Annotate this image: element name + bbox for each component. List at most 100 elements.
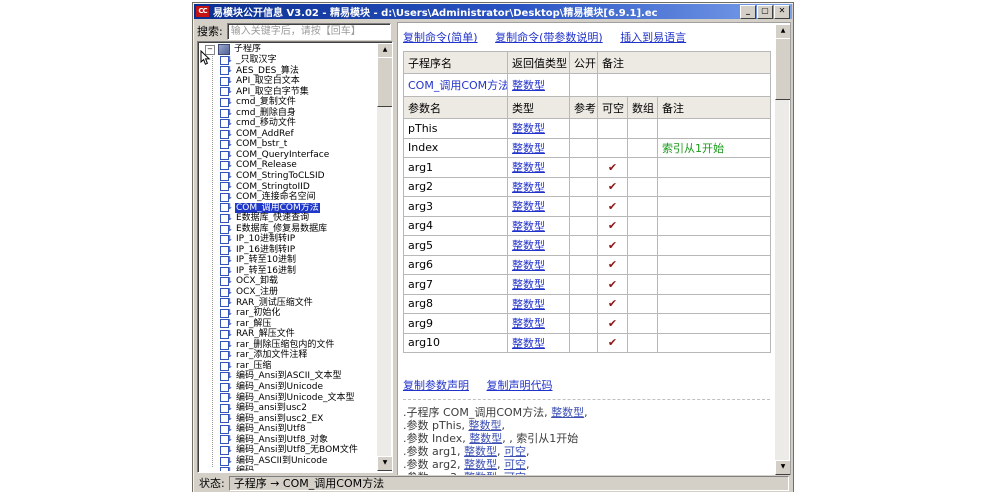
tree-item[interactable]: ↓编码_Ansi到Unicode (199, 382, 376, 393)
param-row[interactable]: arg2整数型✔ (404, 177, 771, 197)
return-type-link[interactable]: 整数型 (512, 79, 545, 92)
scrollbar-thumb[interactable] (377, 57, 393, 107)
param-row[interactable]: arg6整数型✔ (404, 255, 771, 275)
param-type-link[interactable]: 整数型 (508, 255, 570, 275)
tree-item[interactable]: ↓IP_转至16进制 (199, 266, 376, 277)
subroutine-row[interactable]: COM_调用COM方法 整数型 (404, 74, 771, 97)
tree-item[interactable]: ↓IP_转至10进制 (199, 255, 376, 266)
tree-item[interactable]: ↓AES_DES_算法 (199, 66, 376, 77)
tree-item[interactable]: ↓编码_ansi到usc2_EX (199, 414, 376, 425)
param-row[interactable]: arg9整数型✔ (404, 314, 771, 334)
param-row[interactable]: arg3整数型✔ (404, 197, 771, 217)
param-row[interactable]: pThis整数型 (404, 119, 771, 139)
tree-item[interactable]: ↓COM_调用COM方法 (199, 203, 376, 214)
tree-item[interactable]: ↓cmd_移动文件 (199, 118, 376, 129)
param-type-link[interactable]: 整数型 (512, 298, 545, 311)
tree-item[interactable]: ↓COM_QueryInterface (199, 150, 376, 161)
param-row[interactable]: arg7整数型✔ (404, 275, 771, 295)
copy-command-simple-link[interactable]: 复制命令(简单) (403, 31, 478, 44)
tree-item[interactable]: ↓cmd_删除自身 (199, 108, 376, 119)
tree-item[interactable]: ↓rar_添加文件注释 (199, 350, 376, 361)
tree-item[interactable]: ↓API_取空白文本 (199, 76, 376, 87)
declaration-type-link[interactable]: 整数型 (551, 406, 584, 419)
param-type-link[interactable]: 整数型 (508, 294, 570, 314)
tree-item[interactable]: ↓编码_ASCII到Unicode (199, 456, 376, 467)
insert-to-elang-link[interactable]: 插入到易语言 (620, 31, 686, 44)
tree-item[interactable]: ↓编码_Ansi到ASCII_文本型 (199, 371, 376, 382)
tree-item[interactable]: ↓IP_10进制转IP (199, 234, 376, 245)
scroll-down-icon[interactable]: ▼ (377, 456, 393, 471)
tree-item[interactable]: ↓COM_Release (199, 160, 376, 171)
title-bar[interactable]: CC 易模块公开信息 V3.02 - 精易模块 - d:\Users\Admin… (194, 4, 792, 19)
tree-item[interactable]: ↓OCX_注册 (199, 287, 376, 298)
param-type-link[interactable]: 整数型 (508, 333, 570, 353)
scroll-up-icon[interactable]: ▲ (377, 43, 393, 58)
tree-item[interactable]: ↓RAR_测试压缩文件 (199, 298, 376, 309)
tree-item[interactable]: ↓cmd_复制文件 (199, 97, 376, 108)
param-type-link[interactable]: 整数型 (512, 337, 545, 350)
tree-item[interactable]: ↓rar_压缩 (199, 361, 376, 372)
tree-item[interactable]: ↓COM_StringToCLSID (199, 171, 376, 182)
tree-item[interactable]: ↓OCX_卸载 (199, 276, 376, 287)
declaration-type-link[interactable]: 整数型 (464, 445, 497, 458)
tree-root[interactable]: − 子程序 (199, 44, 376, 55)
param-type-link[interactable]: 整数型 (508, 177, 570, 197)
copy-command-params-link[interactable]: 复制命令(带参数说明) (495, 31, 603, 44)
tree-item[interactable]: ↓rar_初始化 (199, 308, 376, 319)
declaration-type-link[interactable]: 整数型 (469, 432, 502, 445)
tree-item[interactable]: ↓COM_连接命名空间 (199, 192, 376, 203)
tree-item[interactable]: ↓编码_Ansi到Utf8_无BOM文件 (199, 445, 376, 456)
param-type-link[interactable]: 整数型 (512, 161, 545, 174)
tree-item[interactable]: ↓_只取汉字 (199, 55, 376, 66)
param-type-link[interactable]: 整数型 (508, 138, 570, 158)
tree-item[interactable]: ↓IP_16进制转IP (199, 245, 376, 256)
tree-item[interactable]: ↓COM_StringtoIID (199, 182, 376, 193)
declaration-type-link[interactable]: 整数型 (464, 458, 497, 471)
tree-item[interactable]: ↓API_取空白字节集 (199, 87, 376, 98)
tree-item[interactable]: ↓E数据库_修复易数据库 (199, 224, 376, 235)
copy-declaration-code-link[interactable]: 复制声明代码 (487, 379, 553, 392)
tree-item[interactable]: ↓COM_AddRef (199, 129, 376, 140)
scrollbar-thumb[interactable] (775, 38, 791, 100)
param-type-link[interactable]: 整数型 (512, 122, 545, 135)
declaration-type-link[interactable]: 整数型 (468, 419, 501, 432)
tree-item[interactable]: ↓RAR_解压文件 (199, 329, 376, 340)
close-button[interactable]: ✕ (774, 5, 790, 19)
param-type-link[interactable]: 整数型 (508, 197, 570, 217)
tree-item[interactable]: ↓E数据库_快速查询 (199, 213, 376, 224)
tree-scrollbar[interactable]: ▲ ▼ (377, 43, 391, 471)
param-type-link[interactable]: 整数型 (508, 314, 570, 334)
param-type-link[interactable]: 整数型 (508, 158, 570, 178)
param-row[interactable]: arg4整数型✔ (404, 216, 771, 236)
param-type-link[interactable]: 整数型 (512, 278, 545, 291)
param-type-link[interactable]: 整数型 (512, 220, 545, 233)
param-type-link[interactable]: 整数型 (512, 317, 545, 330)
param-type-link[interactable]: 整数型 (508, 275, 570, 295)
tree-item[interactable]: ↓编码_ansi到usc2 (199, 403, 376, 414)
tree-item[interactable]: ↓编码_Ansi到Utf8 (199, 424, 376, 435)
tree-item[interactable]: ↓rar_删除压缩包内的文件 (199, 340, 376, 351)
detail-scrollbar[interactable]: ▲ ▼ (775, 24, 789, 475)
param-type-link[interactable]: 整数型 (512, 259, 545, 272)
param-type-link[interactable]: 整数型 (512, 239, 545, 252)
tree-item[interactable]: ↓rar_解压 (199, 319, 376, 330)
param-type-link[interactable]: 整数型 (512, 181, 545, 194)
minimize-button[interactable]: _ (740, 5, 756, 19)
tree-item[interactable]: ↓编码_Ansi到Unicode_文本型 (199, 393, 376, 404)
param-type-link[interactable]: 整数型 (508, 216, 570, 236)
param-row[interactable]: arg1整数型✔ (404, 158, 771, 178)
param-type-link[interactable]: 整数型 (512, 200, 545, 213)
copy-param-declaration-link[interactable]: 复制参数声明 (403, 379, 469, 392)
tree-item[interactable]: ↓COM_bstr_t (199, 139, 376, 150)
declaration-type-link[interactable]: 可空 (504, 445, 526, 458)
param-type-link[interactable]: 整数型 (512, 142, 545, 155)
param-row[interactable]: arg5整数型✔ (404, 236, 771, 256)
param-row[interactable]: arg8整数型✔ (404, 294, 771, 314)
param-type-link[interactable]: 整数型 (508, 119, 570, 139)
param-row[interactable]: Index整数型索引从1开始 (404, 138, 771, 158)
declaration-type-link[interactable]: 可空 (504, 458, 526, 471)
param-row[interactable]: arg10整数型✔ (404, 333, 771, 353)
tree-item[interactable]: ↓编码_ (199, 466, 376, 471)
param-type-link[interactable]: 整数型 (508, 236, 570, 256)
search-input[interactable] (227, 23, 391, 40)
